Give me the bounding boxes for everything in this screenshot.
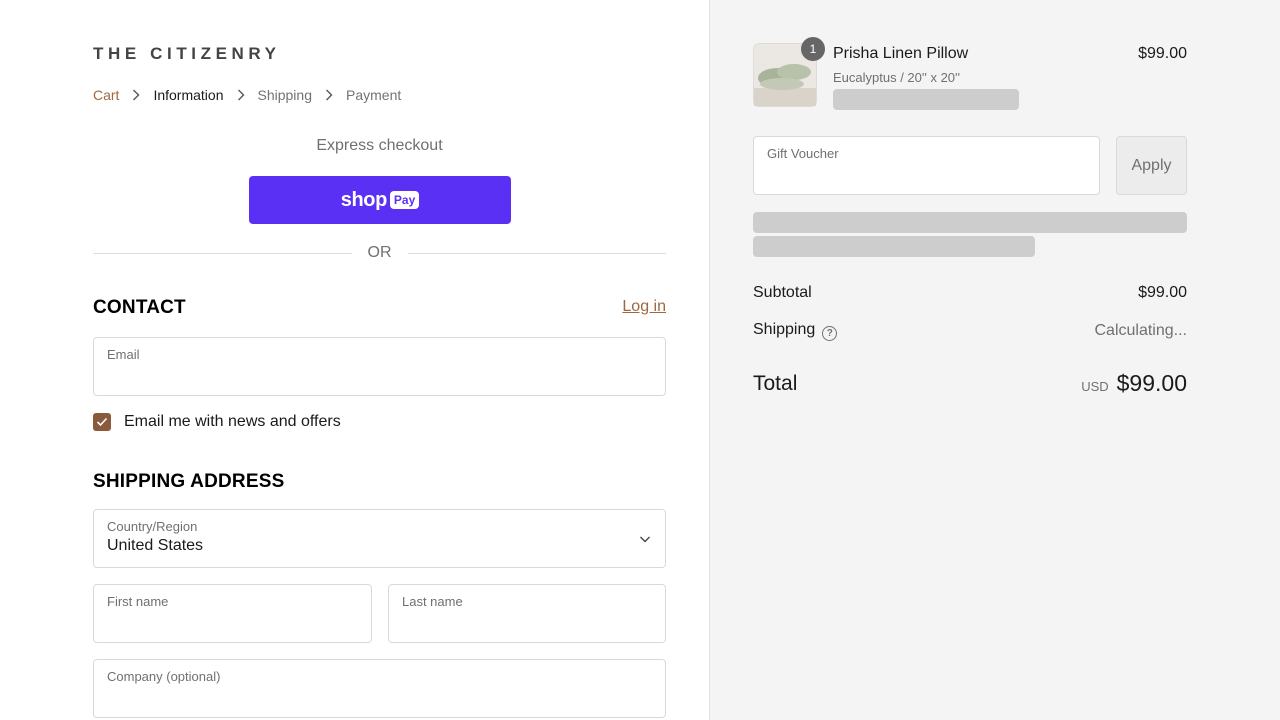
contact-heading: CONTACT	[93, 297, 186, 318]
chevron-right-icon	[119, 89, 153, 101]
last-name-label: Last name	[402, 594, 463, 609]
email-field-label: Email	[107, 347, 140, 362]
shipping-row: Shipping? Calculating...	[753, 321, 1187, 341]
first-name-field[interactable]: First name	[93, 584, 372, 643]
item-variant: Eucalyptus / 20'' x 20''	[833, 70, 960, 85]
log-in-link[interactable]: Log in	[622, 298, 666, 316]
chevron-right-icon	[312, 89, 346, 101]
breadcrumb-cart[interactable]: Cart	[93, 87, 119, 103]
chevron-right-icon	[224, 89, 258, 101]
newsletter-checkbox[interactable]	[93, 413, 111, 431]
total-value: $99.00	[1116, 370, 1187, 396]
shop-pay-button[interactable]: shop Pay	[249, 176, 511, 224]
subtotal-label: Subtotal	[753, 284, 812, 301]
divider-line	[93, 252, 352, 254]
check-icon	[96, 417, 108, 427]
breadcrumb-payment: Payment	[346, 87, 402, 103]
total-label: Total	[753, 371, 798, 395]
shipping-label-group: Shipping?	[753, 321, 838, 341]
shop-pay-logo-text: shop	[340, 188, 388, 211]
company-field[interactable]: Company (optional)	[93, 659, 666, 718]
chevron-down-icon	[640, 536, 650, 543]
brand-logo[interactable]: THE CITIZENRY	[93, 44, 281, 64]
subtotal-value: $99.00	[1138, 284, 1187, 301]
shop-pay-badge: Pay	[389, 191, 420, 209]
loading-placeholder	[833, 89, 1019, 110]
loading-placeholder	[753, 236, 1035, 257]
country-select-label: Country/Region	[107, 519, 198, 534]
item-price: $99.00	[1138, 45, 1187, 62]
newsletter-label: Email me with news and offers	[124, 413, 341, 430]
total-amount-group: USD $99.00	[1081, 370, 1187, 397]
quantity-badge: 1	[801, 37, 825, 61]
last-name-field[interactable]: Last name	[388, 584, 666, 643]
divider-line	[407, 252, 666, 254]
item-name: Prisha Linen Pillow	[833, 45, 969, 62]
country-select-value: United States	[107, 537, 204, 554]
shipping-address-heading: SHIPPING ADDRESS	[93, 471, 285, 492]
country-select[interactable]: Country/Region United States	[93, 509, 666, 568]
breadcrumb: Cart Information Shipping Payment	[93, 87, 401, 103]
apply-button[interactable]: Apply	[1116, 136, 1187, 195]
express-checkout-label: Express checkout	[316, 137, 443, 154]
loading-placeholder	[753, 212, 1187, 233]
or-text: OR	[367, 244, 392, 261]
question-circle-icon[interactable]: ?	[822, 326, 838, 341]
subtotal-row: Subtotal $99.00	[753, 284, 1187, 302]
gift-voucher-label: Gift Voucher	[767, 146, 839, 161]
shipping-label: Shipping	[753, 321, 816, 338]
breadcrumb-shipping: Shipping	[257, 87, 313, 103]
breadcrumb-information: Information	[153, 87, 224, 103]
total-row: Total USD $99.00	[753, 370, 1187, 397]
first-name-label: First name	[107, 594, 169, 609]
shipping-value: Calculating...	[1094, 322, 1188, 339]
currency-code: USD	[1081, 379, 1109, 394]
gift-voucher-field[interactable]: Gift Voucher	[753, 136, 1100, 195]
or-divider: OR	[93, 244, 666, 262]
newsletter-option[interactable]: Email me with news and offers	[93, 413, 341, 431]
company-label: Company (optional)	[107, 669, 221, 684]
email-field[interactable]: Email	[93, 337, 666, 396]
